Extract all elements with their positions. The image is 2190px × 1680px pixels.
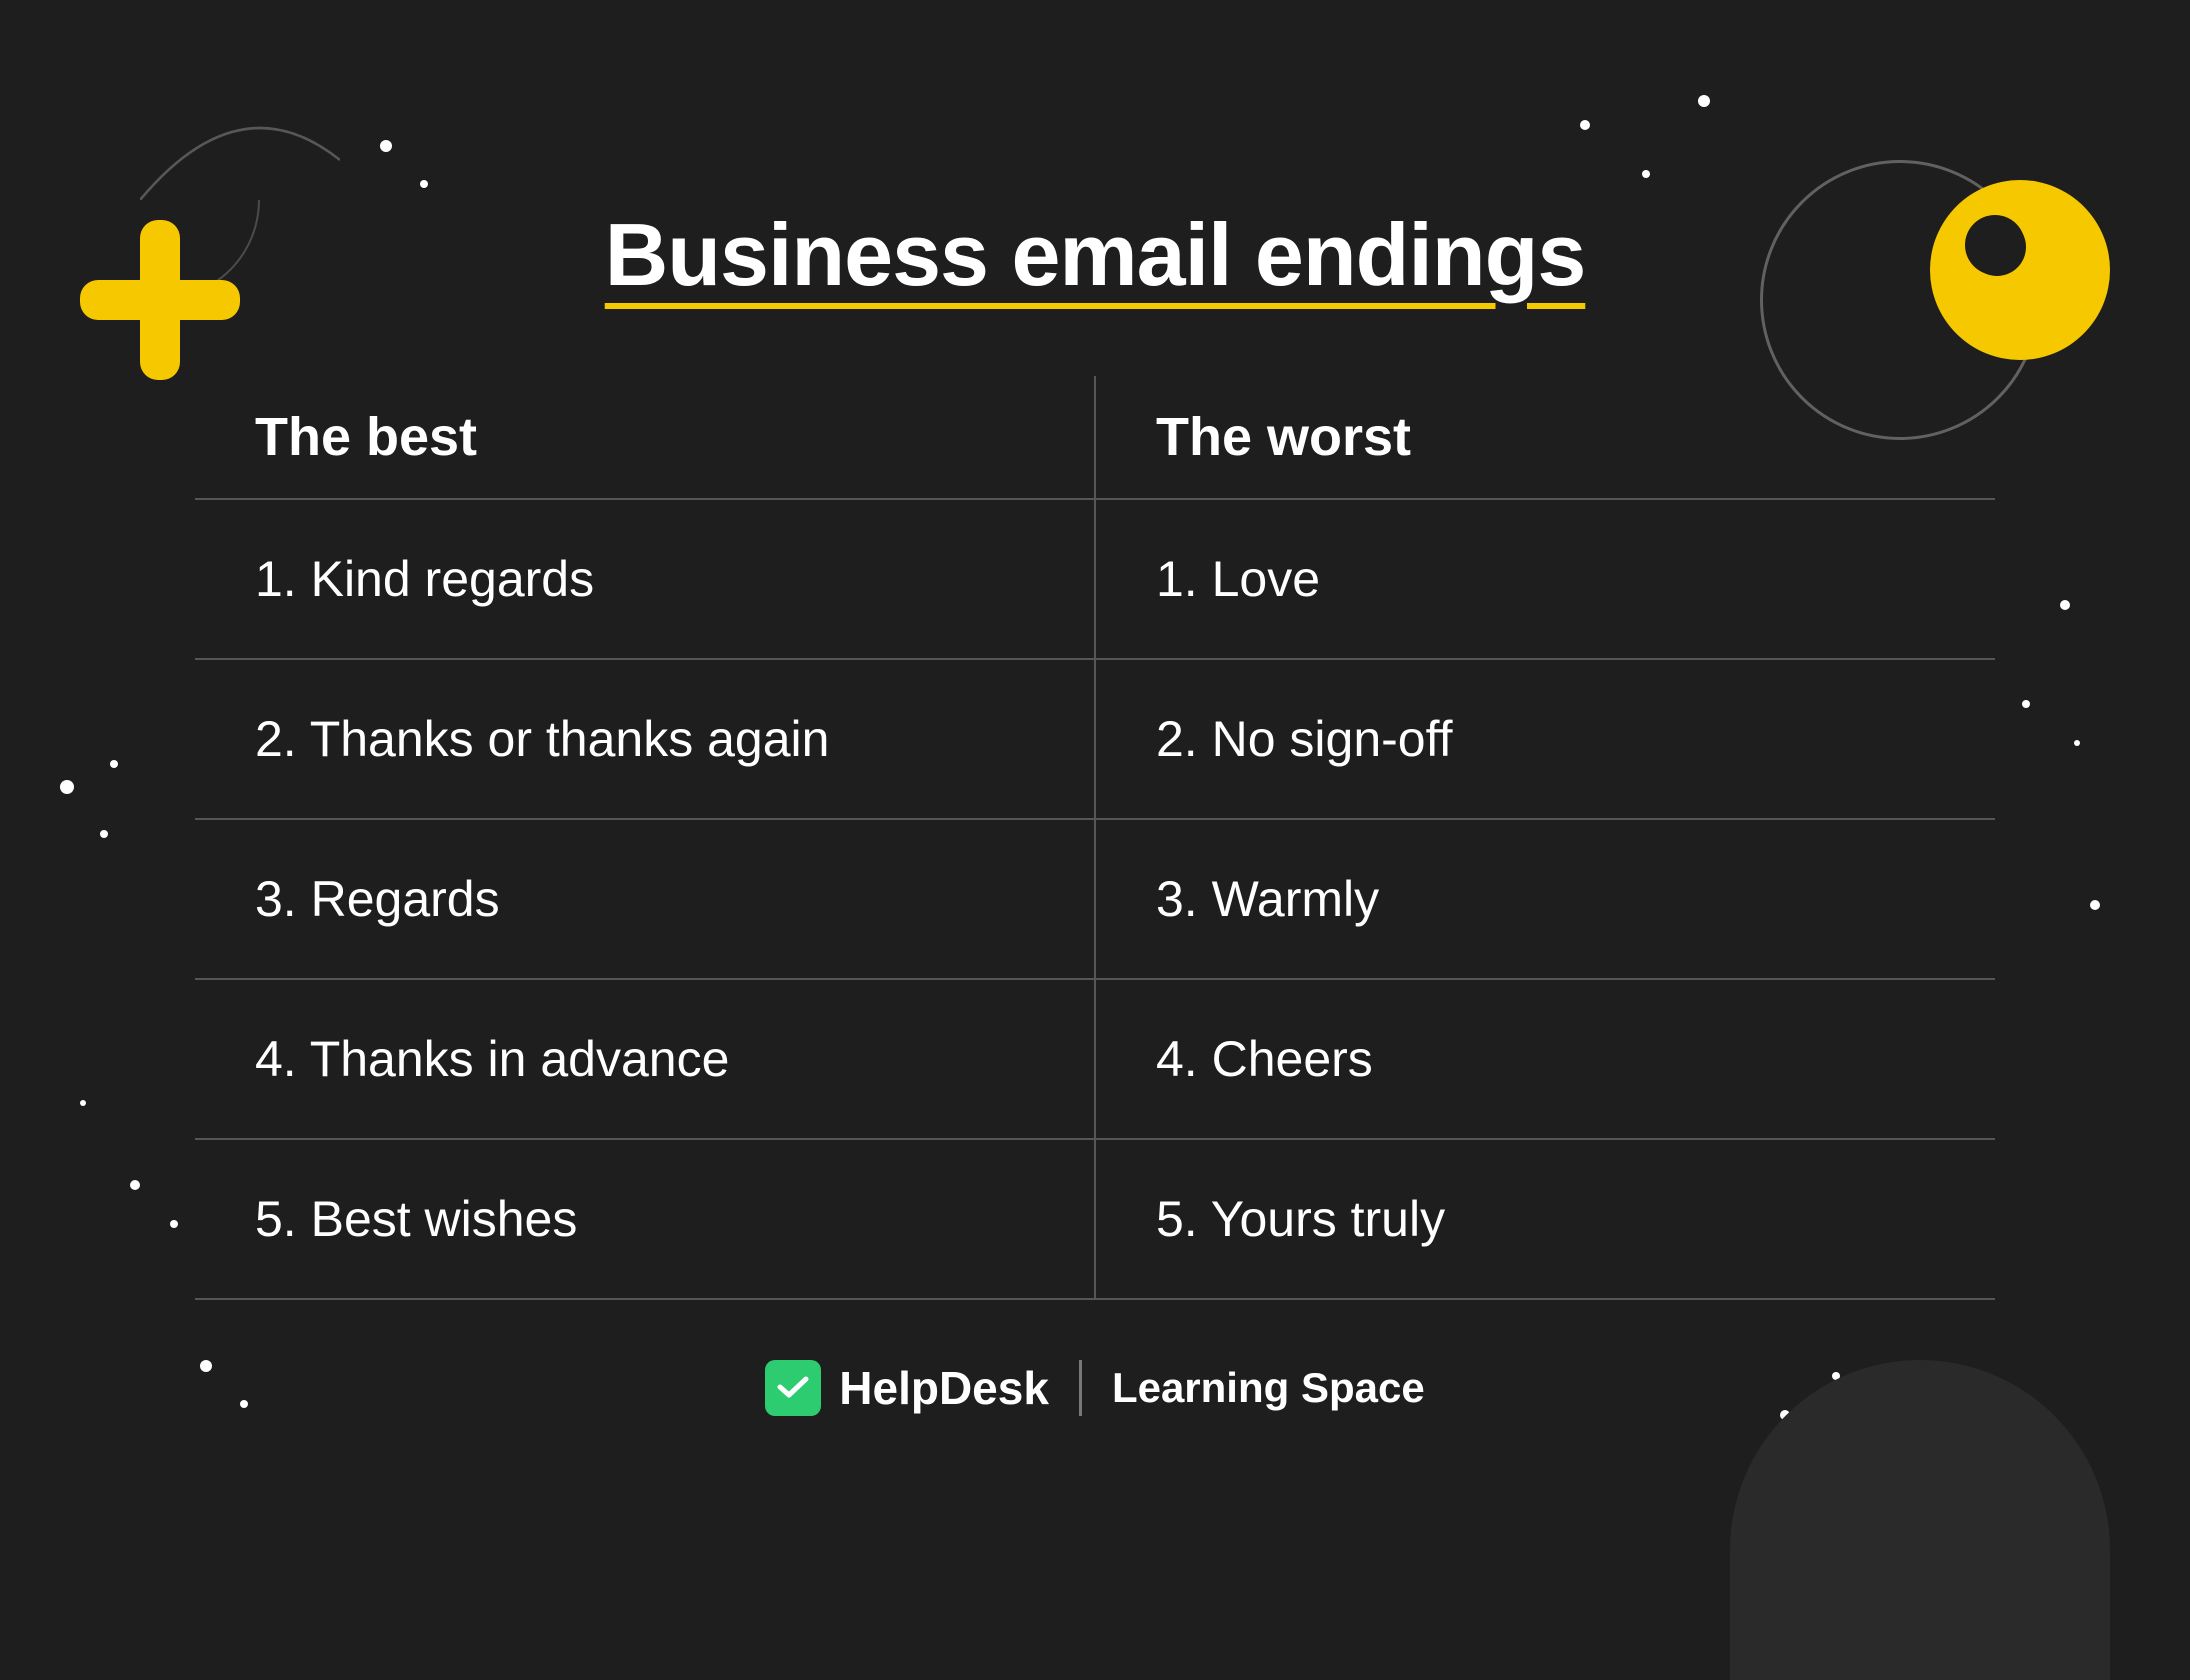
best-item-1: 1. Kind regards: [195, 500, 1096, 658]
table-row: 1. Kind regards 1. Love: [195, 500, 1995, 658]
best-item-2: 2. Thanks or thanks again: [195, 660, 1096, 818]
table-row: 2. Thanks or thanks again 2. No sign-off: [195, 660, 1995, 818]
worst-header: The worst: [1096, 376, 1995, 498]
brand-logo: HelpDesk: [765, 1360, 1049, 1416]
page-container: Business email endings The best The wors…: [0, 0, 2190, 1620]
worst-item-5: 5. Yours truly: [1096, 1140, 1995, 1298]
row-divider-5: [195, 1298, 1995, 1300]
title-section: Business email endings: [605, 204, 1586, 306]
deco-x-icon: [80, 220, 240, 380]
worst-item-4: 4. Cheers: [1096, 980, 1995, 1138]
footer-divider: [1079, 1360, 1082, 1416]
best-header: The best: [195, 376, 1096, 498]
worst-item-3: 3. Warmly: [1096, 820, 1995, 978]
best-item-5: 5. Best wishes: [195, 1140, 1096, 1298]
comparison-table: The best The worst 1. Kind regards 1. Lo…: [195, 376, 1995, 1300]
footer: HelpDesk Learning Space: [765, 1360, 1424, 1416]
best-item-4: 4. Thanks in advance: [195, 980, 1096, 1138]
table-row: 4. Thanks in advance 4. Cheers: [195, 980, 1995, 1138]
table-header: The best The worst: [195, 376, 1995, 498]
deco-arch: [1730, 1360, 2110, 1680]
page-title: Business email endings: [605, 204, 1586, 306]
deco-curve-svg: [140, 80, 340, 200]
table-row: 5. Best wishes 5. Yours truly: [195, 1140, 1995, 1298]
worst-item-2: 2. No sign-off: [1096, 660, 1995, 818]
table-row: 3. Regards 3. Warmly: [195, 820, 1995, 978]
brand-name: HelpDesk: [839, 1361, 1049, 1415]
worst-item-1: 1. Love: [1096, 500, 1995, 658]
helpdesk-logo-icon: [765, 1360, 821, 1416]
deco-circle-yellow: [1930, 180, 2110, 360]
best-item-3: 3. Regards: [195, 820, 1096, 978]
footer-subtitle: Learning Space: [1112, 1364, 1425, 1412]
